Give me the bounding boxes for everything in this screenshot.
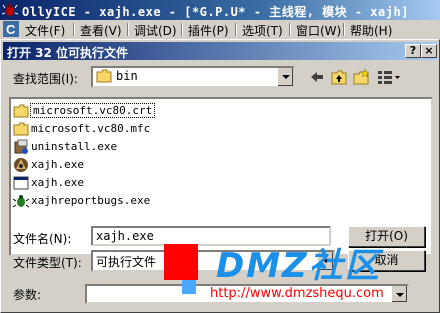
look-in-label: 查找范围(I): bbox=[13, 72, 78, 86]
list-item[interactable]: microsoft.vc80.mfc bbox=[13, 120, 313, 138]
menu-separator bbox=[127, 23, 129, 36]
watermark: DMZ社区 http://www.dmzshequ.com bbox=[160, 240, 440, 310]
menu-separator bbox=[73, 23, 75, 36]
bug-report-icon bbox=[13, 195, 29, 208]
exe-window-icon bbox=[13, 176, 29, 190]
file-name: xajhreportbugs.exe bbox=[31, 194, 151, 207]
back-arrow-icon[interactable] bbox=[309, 69, 325, 85]
filename-label: 文件名(N): bbox=[13, 232, 72, 246]
installer-icon bbox=[14, 139, 28, 154]
menu-separator bbox=[289, 23, 291, 36]
dialog-title: 打开 32 位可执行文件 bbox=[7, 46, 129, 60]
help-button[interactable]: ? bbox=[405, 44, 421, 58]
folder-icon bbox=[13, 122, 29, 136]
file-name: xajh.exe bbox=[31, 158, 84, 171]
mdi-child-icon[interactable]: C bbox=[3, 21, 19, 37]
ollydbg-bug-icon bbox=[2, 3, 18, 16]
main-window-title: OllyICE - xajh.exe - [*G.P.U* - 主线程, 模块 … bbox=[22, 5, 409, 19]
menu-help[interactable]: 帮助(H) bbox=[350, 22, 392, 39]
filetype-value: 可执行文件 bbox=[96, 255, 157, 269]
watermark-text: DMZ社区 bbox=[216, 246, 381, 286]
file-name: microsoft.vc80.mfc bbox=[31, 122, 151, 135]
file-name: uninstall.exe bbox=[31, 140, 118, 153]
svg-text:C: C bbox=[6, 22, 16, 37]
look-in-combo[interactable]: bin bbox=[91, 66, 295, 88]
list-item[interactable]: microsoft.vc80.crt bbox=[13, 102, 313, 120]
menu-separator bbox=[235, 23, 237, 36]
look-in-value: bin bbox=[116, 69, 138, 83]
filetype-label: 文件类型(T): bbox=[13, 256, 82, 270]
menu-plugins[interactable]: 插件(P) bbox=[188, 22, 229, 39]
menu-bar: C 文件(F) 查看(V) 调试(D) 插件(P) 选项(T) 窗口(W) 帮助… bbox=[0, 20, 440, 39]
file-name: xajh.exe bbox=[31, 176, 84, 189]
watermark-logo-blue-square bbox=[182, 280, 196, 294]
menu-separator bbox=[181, 23, 183, 36]
up-folder-icon[interactable] bbox=[331, 69, 347, 85]
watermark-url: http://www.dmzshequ.com bbox=[210, 286, 384, 301]
file-name: microsoft.vc80.crt bbox=[29, 103, 156, 118]
close-button[interactable]: × bbox=[421, 44, 437, 58]
menu-window[interactable]: 窗口(W) bbox=[296, 22, 341, 39]
menu-file[interactable]: 文件(F) bbox=[25, 22, 65, 39]
game-app-icon bbox=[14, 158, 28, 172]
list-item[interactable]: uninstall.exe bbox=[13, 138, 313, 156]
chevron-down-icon[interactable] bbox=[277, 68, 293, 86]
list-item[interactable]: xajhreportbugs.exe bbox=[13, 192, 313, 210]
view-menu-icon[interactable] bbox=[377, 69, 401, 85]
new-folder-icon[interactable] bbox=[353, 69, 369, 85]
menu-view[interactable]: 查看(V) bbox=[80, 22, 122, 39]
args-label: 参数: bbox=[13, 288, 42, 302]
dialog-title-bar[interactable]: 打开 32 位可执行文件 ? × bbox=[3, 42, 437, 60]
menu-options[interactable]: 选项(T) bbox=[242, 22, 283, 39]
menu-separator bbox=[343, 23, 345, 36]
folder-icon bbox=[13, 104, 29, 118]
list-item[interactable]: xajh.exe bbox=[13, 174, 313, 192]
list-item[interactable]: xajh.exe bbox=[13, 156, 313, 174]
main-title-bar[interactable]: OllyICE - xajh.exe - [*G.P.U* - 主线程, 模块 … bbox=[0, 0, 440, 20]
watermark-logo-red-square bbox=[164, 244, 198, 280]
menu-debug[interactable]: 调试(D) bbox=[134, 22, 177, 39]
folder-icon bbox=[96, 69, 112, 83]
